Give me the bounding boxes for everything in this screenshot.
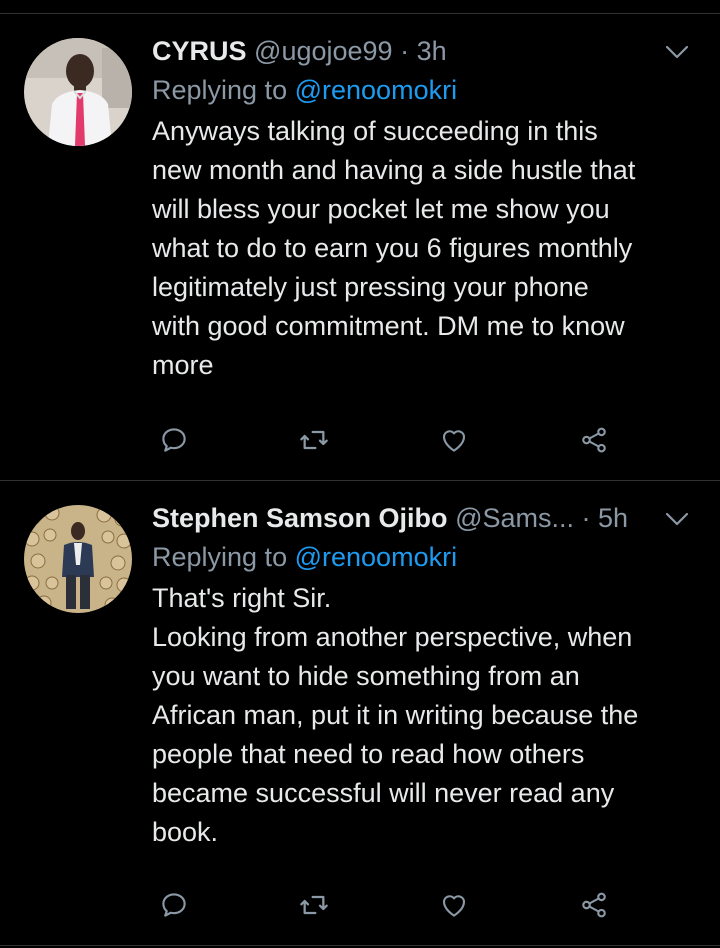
tweet-text-line: book. xyxy=(152,817,219,847)
tweet-text-line: new month and having a side hustle that xyxy=(152,155,636,185)
tweet-actions xyxy=(152,418,632,462)
tweet-text-line: you want to hide something from an xyxy=(152,661,580,691)
chevron-down-icon[interactable] xyxy=(664,499,690,537)
avatar-image xyxy=(24,505,132,613)
separator-dot: · xyxy=(400,36,410,66)
tweet-text: Anyways talking of succeeding in this ne… xyxy=(152,112,696,385)
tweet-text-line: people that need to read how others xyxy=(152,739,585,769)
replying-to-line: Replying to @renoomokri xyxy=(152,537,696,577)
replying-to-label: Replying to xyxy=(152,542,288,572)
tweet-text-line: legitimately just pressing your phone xyxy=(152,272,589,302)
tweet-text: That's right Sir. Looking from another p… xyxy=(152,579,696,852)
display-name[interactable]: Stephen Samson Ojibo xyxy=(152,503,448,533)
separator-dot: · xyxy=(581,503,591,533)
avatar-image xyxy=(24,38,132,146)
tweet-content: Stephen Samson Ojibo @Sams... · 5h Reply… xyxy=(152,499,696,852)
tweet-actions xyxy=(152,883,632,927)
replying-to-label: Replying to xyxy=(152,75,288,105)
tweet-text-line: what to do to earn you 6 figures monthly xyxy=(152,233,633,263)
avatar[interactable] xyxy=(24,505,132,613)
tweet-header: Stephen Samson Ojibo @Sams... · 5h xyxy=(152,499,696,537)
tweet-text-line: That's right Sir. xyxy=(152,583,332,613)
replying-to-line: Replying to @renoomokri xyxy=(152,70,696,110)
like-icon[interactable] xyxy=(432,418,476,462)
tweet-cyrus[interactable]: CYRUS @ugojoe99 · 3h Replying to @renoom… xyxy=(0,14,720,480)
tweet-content: CYRUS @ugojoe99 · 3h Replying to @renoom… xyxy=(152,32,696,385)
chevron-down-icon[interactable] xyxy=(664,32,690,70)
retweet-icon[interactable] xyxy=(292,418,336,462)
tweet-header: CYRUS @ugojoe99 · 3h xyxy=(152,32,696,70)
user-handle[interactable]: @ugojoe99 xyxy=(254,36,393,66)
tweet-text-line: became successful will never read any xyxy=(152,778,615,808)
reply-icon[interactable] xyxy=(152,883,196,927)
tweet-text-line: African man, put it in writing because t… xyxy=(152,700,639,730)
timestamp[interactable]: 5h xyxy=(598,503,628,533)
tweet-text-line: Anyways talking of succeeding in this xyxy=(152,116,598,146)
share-icon[interactable] xyxy=(572,883,616,927)
share-icon[interactable] xyxy=(572,418,616,462)
mention-link[interactable]: @renoomokri xyxy=(295,542,457,572)
like-icon[interactable] xyxy=(432,883,476,927)
user-handle[interactable]: @Sams... xyxy=(455,503,574,533)
timestamp[interactable]: 3h xyxy=(417,36,447,66)
display-name[interactable]: CYRUS xyxy=(152,36,247,66)
retweet-icon[interactable] xyxy=(292,883,336,927)
reply-icon[interactable] xyxy=(152,418,196,462)
mention-link[interactable]: @renoomokri xyxy=(295,75,457,105)
tweet-stephen[interactable]: Stephen Samson Ojibo @Sams... · 5h Reply… xyxy=(0,481,720,945)
tweet-text-line: with good commitment. DM me to know xyxy=(152,311,625,341)
tweet-text-line: will bless your pocket let me show you xyxy=(152,194,610,224)
avatar[interactable] xyxy=(24,38,132,146)
bottom-divider xyxy=(0,945,720,946)
tweet-text-line: Looking from another perspective, when xyxy=(152,622,633,652)
tweet-text-line: more xyxy=(152,350,214,380)
